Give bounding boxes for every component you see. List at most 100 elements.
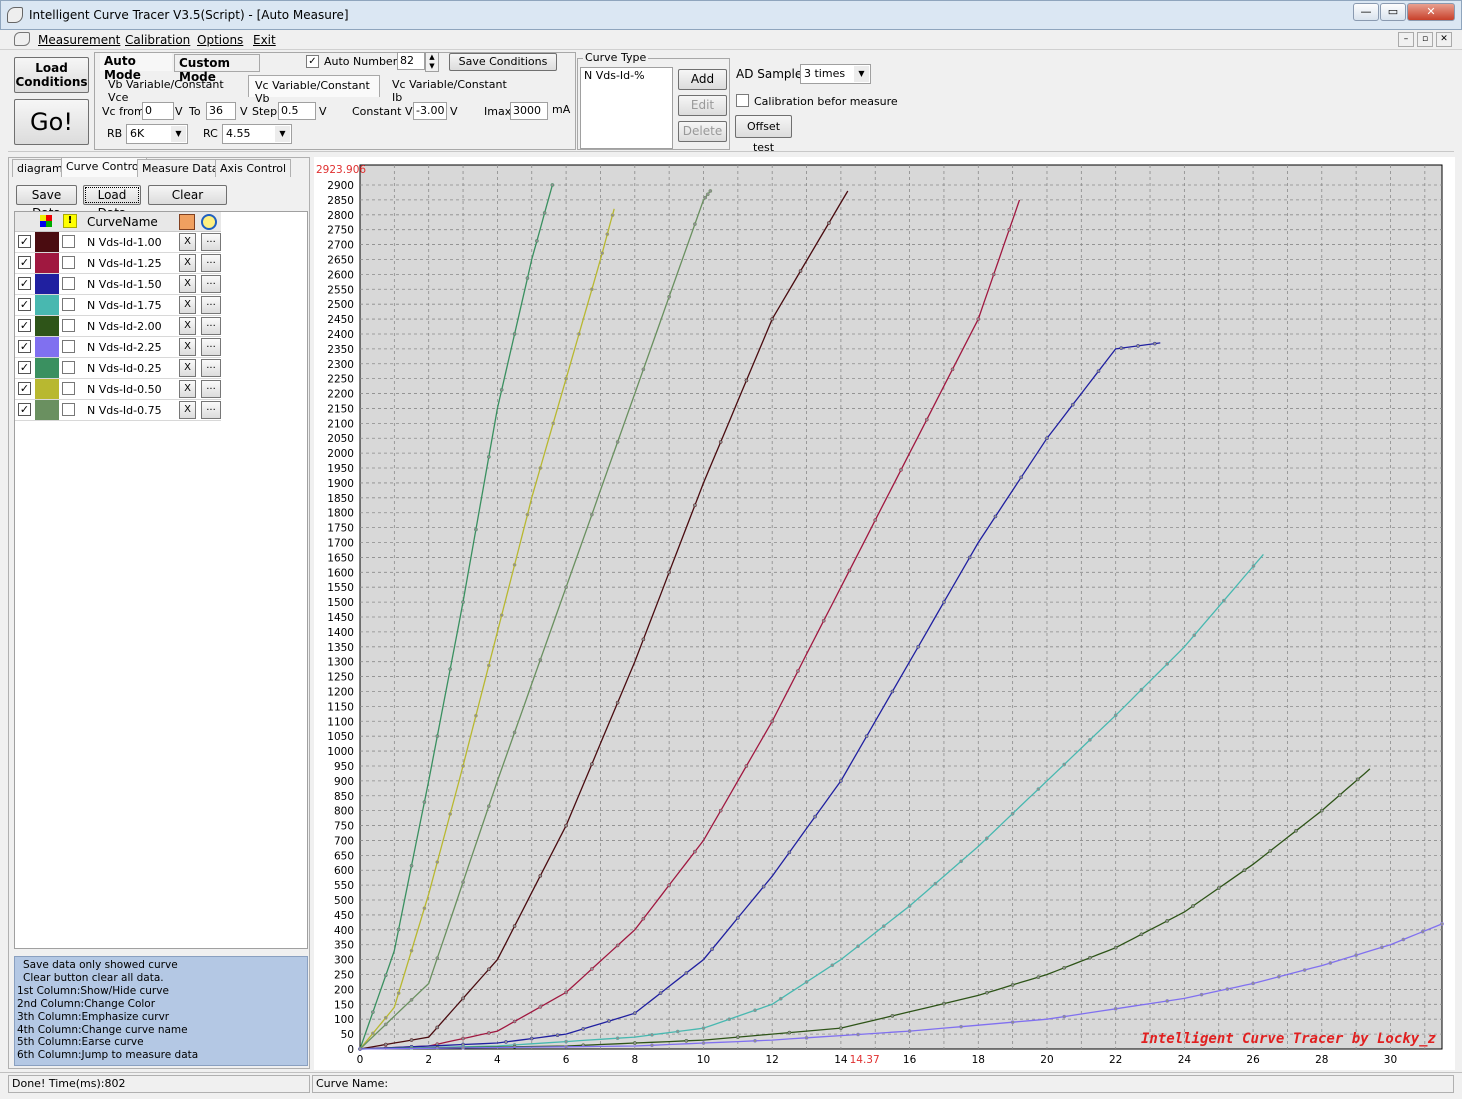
save-conditions-button[interactable]: Save Conditions bbox=[449, 53, 557, 71]
jump-measure-button[interactable]: ... bbox=[201, 380, 221, 398]
show-curve-checkbox[interactable]: ✓ bbox=[18, 361, 31, 374]
load-conditions-button[interactable]: Load Conditions bbox=[14, 57, 89, 93]
chevron-down-icon: ▼ bbox=[171, 126, 186, 142]
to-input[interactable]: 36 bbox=[206, 102, 236, 120]
sub-tab-vc-variable-ib[interactable]: Vc Variable/Constant Ib bbox=[386, 76, 516, 104]
minimize-button[interactable]: — bbox=[1353, 3, 1379, 21]
emphasize-checkbox[interactable] bbox=[62, 340, 75, 353]
show-curve-checkbox[interactable]: ✓ bbox=[18, 382, 31, 395]
show-curve-checkbox[interactable]: ✓ bbox=[18, 235, 31, 248]
erase-curve-button[interactable]: X bbox=[179, 401, 196, 419]
curve-color-swatch[interactable] bbox=[35, 274, 59, 294]
menu-exit[interactable]: Exit bbox=[253, 33, 276, 47]
jump-measure-button[interactable]: ... bbox=[201, 233, 221, 251]
sub-tab-vc-variable-vb[interactable]: Vc Variable/Constant Vb bbox=[248, 75, 380, 105]
erase-curve-button[interactable]: X bbox=[179, 317, 196, 335]
tab-auto-mode[interactable]: Auto Mode bbox=[100, 53, 172, 82]
emphasize-checkbox[interactable] bbox=[62, 361, 75, 374]
curve-name-cell[interactable]: N Vds-Id-1.50 bbox=[87, 278, 162, 291]
curve-name-cell[interactable]: N Vds-Id-2.25 bbox=[87, 341, 162, 354]
curve-name-cell[interactable]: N Vds-Id-1.75 bbox=[87, 299, 162, 312]
ad-sample-select[interactable]: 3 times ▼ bbox=[800, 64, 871, 84]
show-curve-checkbox[interactable]: ✓ bbox=[18, 298, 31, 311]
tab-diagram[interactable]: diagram bbox=[12, 159, 68, 177]
close-button[interactable]: ✕ bbox=[1407, 3, 1455, 21]
imax-input[interactable]: 3000 bbox=[510, 102, 548, 120]
mdi-min-button[interactable]: – bbox=[1398, 32, 1414, 47]
offset-test-button[interactable]: Offset test bbox=[735, 115, 792, 154]
emphasize-checkbox[interactable] bbox=[62, 382, 75, 395]
tab-custom-mode[interactable]: Custom Mode bbox=[174, 54, 260, 84]
curve-color-swatch[interactable] bbox=[35, 337, 59, 357]
curve-color-swatch[interactable] bbox=[35, 400, 59, 420]
curve-name-cell[interactable]: N Vds-Id-0.25 bbox=[87, 362, 162, 375]
erase-curve-button[interactable]: X bbox=[179, 275, 196, 293]
clear-button[interactable]: Clear bbox=[148, 185, 227, 205]
erase-curve-button[interactable]: X bbox=[179, 359, 196, 377]
tab-curve-control[interactable]: Curve Control bbox=[61, 157, 147, 177]
jump-measure-button[interactable]: ... bbox=[201, 401, 221, 419]
erase-curve-button[interactable]: X bbox=[179, 338, 196, 356]
show-curve-checkbox[interactable]: ✓ bbox=[18, 277, 31, 290]
status-curve-name: Curve Name: bbox=[312, 1075, 1454, 1093]
auto-number-input[interactable]: 82 bbox=[397, 52, 425, 70]
show-curve-checkbox[interactable]: ✓ bbox=[18, 340, 31, 353]
rc-select[interactable]: 4.55 ▼ bbox=[222, 124, 292, 144]
maximize-button[interactable]: ▭ bbox=[1380, 3, 1406, 21]
emphasize-checkbox[interactable] bbox=[62, 319, 75, 332]
jump-measure-button[interactable]: ... bbox=[201, 317, 221, 335]
jump-measure-button[interactable]: ... bbox=[201, 296, 221, 314]
show-curve-checkbox[interactable]: ✓ bbox=[18, 319, 31, 332]
emphasize-checkbox[interactable] bbox=[62, 235, 75, 248]
erase-curve-button[interactable]: X bbox=[179, 380, 196, 398]
curve-name-cell[interactable]: N Vds-Id-0.50 bbox=[87, 383, 162, 396]
add-button[interactable]: Add bbox=[678, 69, 727, 90]
emphasize-checkbox[interactable] bbox=[62, 298, 75, 311]
menu-measurement[interactable]: Measurement bbox=[38, 33, 120, 47]
constant-vb-input[interactable]: -3.00 bbox=[413, 102, 447, 120]
jump-measure-button[interactable]: ... bbox=[201, 275, 221, 293]
curve-type-list[interactable]: N Vds-Id-% bbox=[580, 67, 673, 149]
menu-options[interactable]: Options bbox=[197, 33, 243, 47]
emphasize-checkbox[interactable] bbox=[62, 403, 75, 416]
calibration-checkbox[interactable] bbox=[736, 94, 749, 107]
rb-select[interactable]: 6K ▼ bbox=[126, 124, 188, 144]
jump-measure-button[interactable]: ... bbox=[201, 254, 221, 272]
sub-tab-vb-variable[interactable]: Vb Variable/Constant Vce bbox=[102, 76, 242, 104]
erase-curve-button[interactable]: X bbox=[179, 296, 196, 314]
emphasize-checkbox[interactable] bbox=[62, 256, 75, 269]
curve-color-swatch[interactable] bbox=[35, 316, 59, 336]
curve-color-swatch[interactable] bbox=[35, 379, 59, 399]
vc-from-input[interactable]: 0 bbox=[142, 102, 174, 120]
curve-name-cell[interactable]: N Vds-Id-1.25 bbox=[87, 257, 162, 270]
mdi-restore-button[interactable]: ▫ bbox=[1417, 32, 1433, 47]
delete-button[interactable]: Delete bbox=[678, 121, 727, 142]
curve-color-swatch[interactable] bbox=[35, 232, 59, 252]
emphasize-checkbox[interactable] bbox=[62, 277, 75, 290]
curve-color-swatch[interactable] bbox=[35, 253, 59, 273]
step-input[interactable]: 0.5 bbox=[278, 102, 316, 120]
menu-calibration[interactable]: Calibration bbox=[125, 33, 190, 47]
auto-number-checkbox[interactable]: ✓ bbox=[306, 55, 319, 68]
edit-button[interactable]: Edit bbox=[678, 95, 727, 116]
tab-measure-data[interactable]: Measure Data bbox=[137, 159, 224, 177]
curve-chart[interactable]: 0501001502002503003504004505005506006507… bbox=[314, 157, 1455, 1070]
show-curve-checkbox[interactable]: ✓ bbox=[18, 403, 31, 416]
tab-axis-control[interactable]: Axis Control bbox=[215, 159, 292, 177]
curve-color-swatch[interactable] bbox=[35, 295, 59, 315]
mdi-close-button[interactable]: ✕ bbox=[1436, 32, 1452, 47]
curve-name-cell[interactable]: N Vds-Id-1.00 bbox=[87, 236, 162, 249]
curve-color-swatch[interactable] bbox=[35, 358, 59, 378]
auto-number-spinner[interactable]: ▲ ▼ bbox=[425, 52, 439, 72]
curve-name-cell[interactable]: N Vds-Id-2.00 bbox=[87, 320, 162, 333]
jump-measure-button[interactable]: ... bbox=[201, 359, 221, 377]
curve-name-cell[interactable]: N Vds-Id-0.75 bbox=[87, 404, 162, 417]
load-data-button[interactable]: Load Data bbox=[83, 185, 141, 220]
curve-type-item[interactable]: N Vds-Id-% bbox=[584, 69, 645, 82]
erase-curve-button[interactable]: X bbox=[179, 233, 196, 251]
go-button[interactable]: Go! bbox=[14, 99, 89, 145]
erase-curve-button[interactable]: X bbox=[179, 254, 196, 272]
show-curve-checkbox[interactable]: ✓ bbox=[18, 256, 31, 269]
jump-measure-button[interactable]: ... bbox=[201, 338, 221, 356]
save-data-button[interactable]: Save Data bbox=[16, 185, 77, 220]
